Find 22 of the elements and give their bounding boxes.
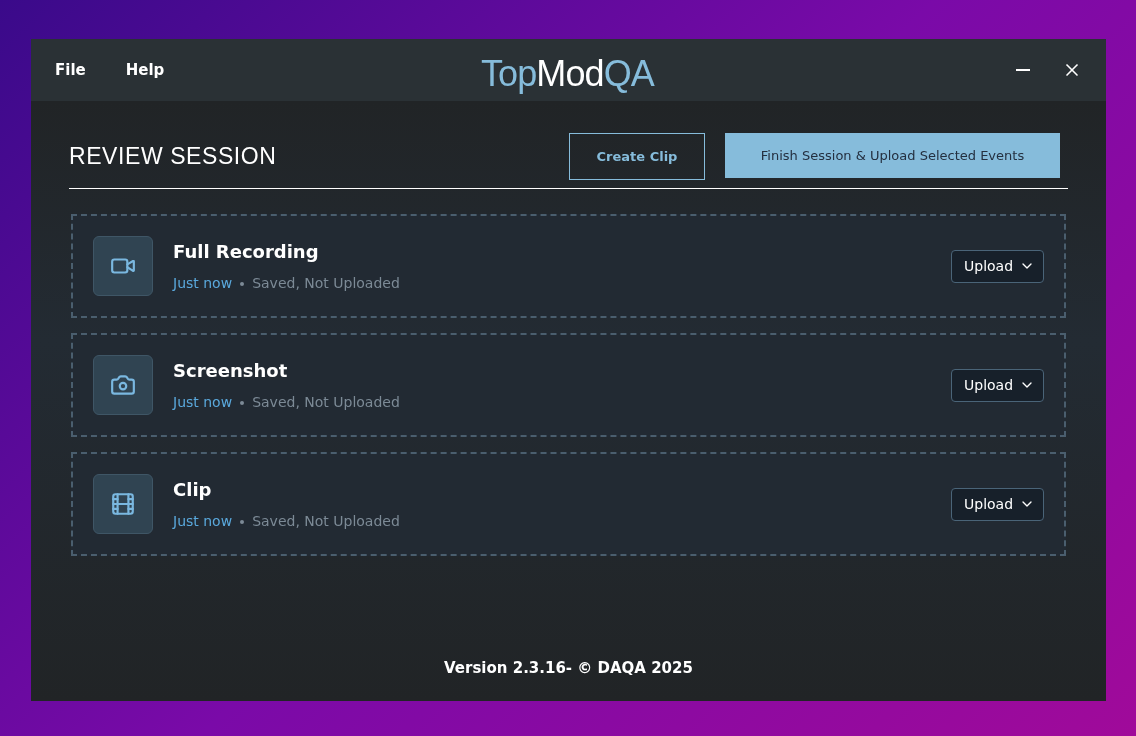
upload-dropdown[interactable]: Upload	[951, 249, 1044, 283]
event-time: Just now	[173, 274, 233, 293]
version-footer: Version 2.3.16- © DAQA 2025	[444, 656, 693, 679]
finish-upload-button[interactable]: Finish Session & Upload Selected Events	[725, 133, 1060, 178]
event-time: Just now	[173, 512, 233, 531]
create-clip-button[interactable]: Create Clip	[569, 133, 705, 180]
minimize-icon	[1016, 69, 1030, 71]
event-status: Saved, Not Uploaded	[252, 393, 400, 412]
event-title: Full Recording	[173, 240, 320, 264]
event-status: Saved, Not Uploaded	[252, 512, 400, 531]
event-title: Clip	[173, 478, 213, 502]
camera-icon	[110, 372, 136, 398]
menu-item[interactable]: Help	[125, 58, 165, 82]
event-status: Saved, Not Uploaded	[252, 274, 400, 293]
film-strip-icon	[110, 491, 136, 517]
upload-dropdown[interactable]: Upload	[951, 368, 1044, 402]
menu-item[interactable]: File	[55, 58, 86, 82]
event-time: Just now	[173, 393, 233, 412]
app-logo: TopModQA	[481, 52, 654, 96]
upload-dropdown[interactable]: Upload	[951, 487, 1044, 521]
event-title: Screenshot	[173, 359, 289, 383]
section-heading: REVIEW SESSION	[69, 142, 277, 172]
